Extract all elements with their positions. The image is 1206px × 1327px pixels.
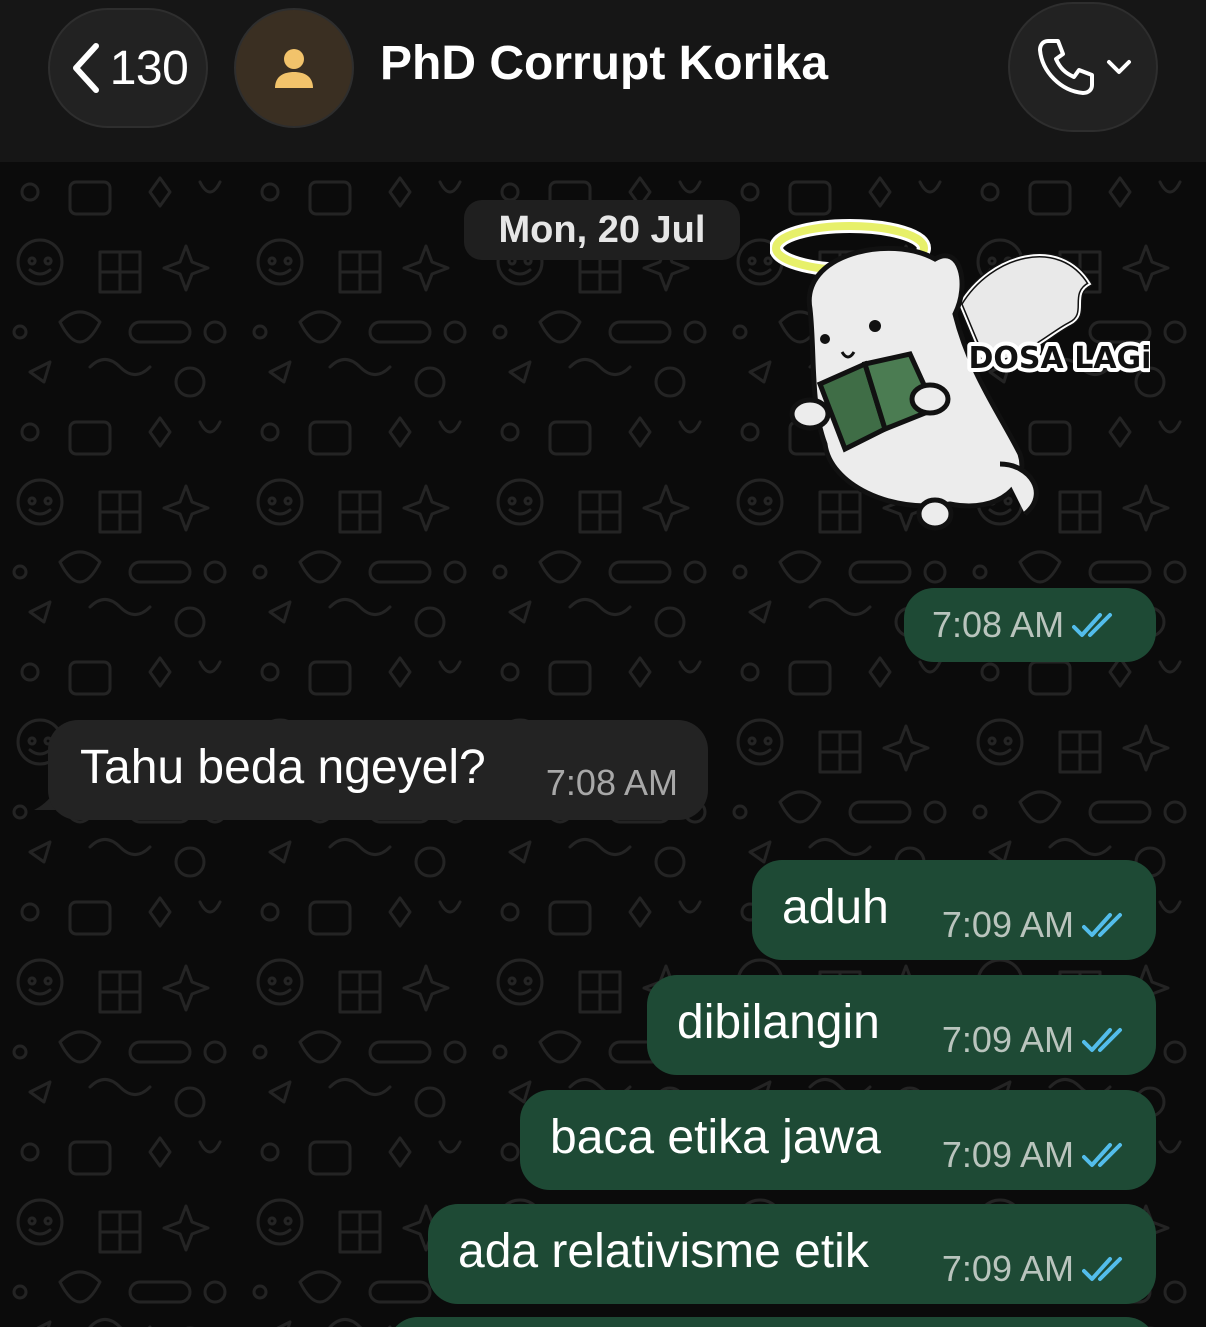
date-separator: Mon, 20 Jul — [464, 200, 740, 260]
double-check-icon — [1082, 1143, 1122, 1167]
sticker-caption: DOSA LAGi — [969, 341, 1150, 376]
message-bubble[interactable]: Tahu beda ngeyel? 7:08 AM — [48, 720, 708, 820]
person-icon — [275, 49, 313, 88]
avatar[interactable] — [234, 8, 354, 128]
chat-area[interactable]: Mon, 20 Jul DOSA LAGi DOSA LAGi 7:08 AM — [0, 162, 1206, 1327]
double-check-icon — [1082, 1257, 1122, 1281]
unread-count: 130 — [109, 41, 189, 95]
message-time: 7:08 AM — [932, 604, 1065, 645]
message-meta: 7:09 AM — [942, 1134, 1128, 1176]
message-bubble[interactable]: ada relativisme etik 7:09 AM — [428, 1204, 1156, 1304]
chevron-down-icon — [1107, 60, 1131, 74]
phone-icon — [1038, 39, 1094, 95]
double-check-icon — [1082, 913, 1122, 937]
message-meta: 7:09 AM — [942, 1248, 1128, 1290]
back-button[interactable]: 130 — [48, 8, 208, 128]
message-bubble[interactable]: dibilangin 7:09 AM — [647, 975, 1156, 1075]
double-check-icon — [1072, 613, 1113, 637]
call-button[interactable] — [1008, 2, 1158, 132]
message-meta: 7:09 AM — [942, 904, 1128, 946]
message-time: 7:09 AM — [941, 904, 1074, 945]
message-text: ada relativisme etik — [458, 1225, 869, 1278]
chevron-left-icon — [72, 43, 99, 93]
message-bubble-partial[interactable] — [388, 1317, 1156, 1327]
message-meta: 7:09 AM — [942, 1019, 1128, 1061]
angel-ghost-sticker[interactable]: DOSA LAGi DOSA LAGi — [770, 214, 1150, 544]
chat-header: 130 PhD Corrupt Korika — [0, 0, 1206, 162]
message-time: 7:09 AM — [941, 1248, 1074, 1289]
message-bubble[interactable]: 7:08 AM — [904, 588, 1156, 662]
message-time: 7:09 AM — [941, 1134, 1074, 1175]
message-text: baca etika jawa — [550, 1111, 881, 1164]
contact-name[interactable]: PhD Corrupt Korika — [380, 36, 828, 91]
double-check-icon — [1082, 1028, 1122, 1052]
message-text: Tahu beda ngeyel? — [80, 741, 486, 794]
message-meta: 7:08 AM — [932, 604, 1118, 646]
message-time: 7:09 AM — [941, 1019, 1074, 1060]
message-text: aduh — [782, 881, 889, 934]
message-bubble[interactable]: baca etika jawa 7:09 AM — [520, 1090, 1156, 1190]
message-bubble[interactable]: aduh 7:09 AM — [752, 860, 1156, 960]
message-text: dibilangin — [677, 996, 880, 1049]
message-time: 7:08 AM — [545, 762, 678, 803]
